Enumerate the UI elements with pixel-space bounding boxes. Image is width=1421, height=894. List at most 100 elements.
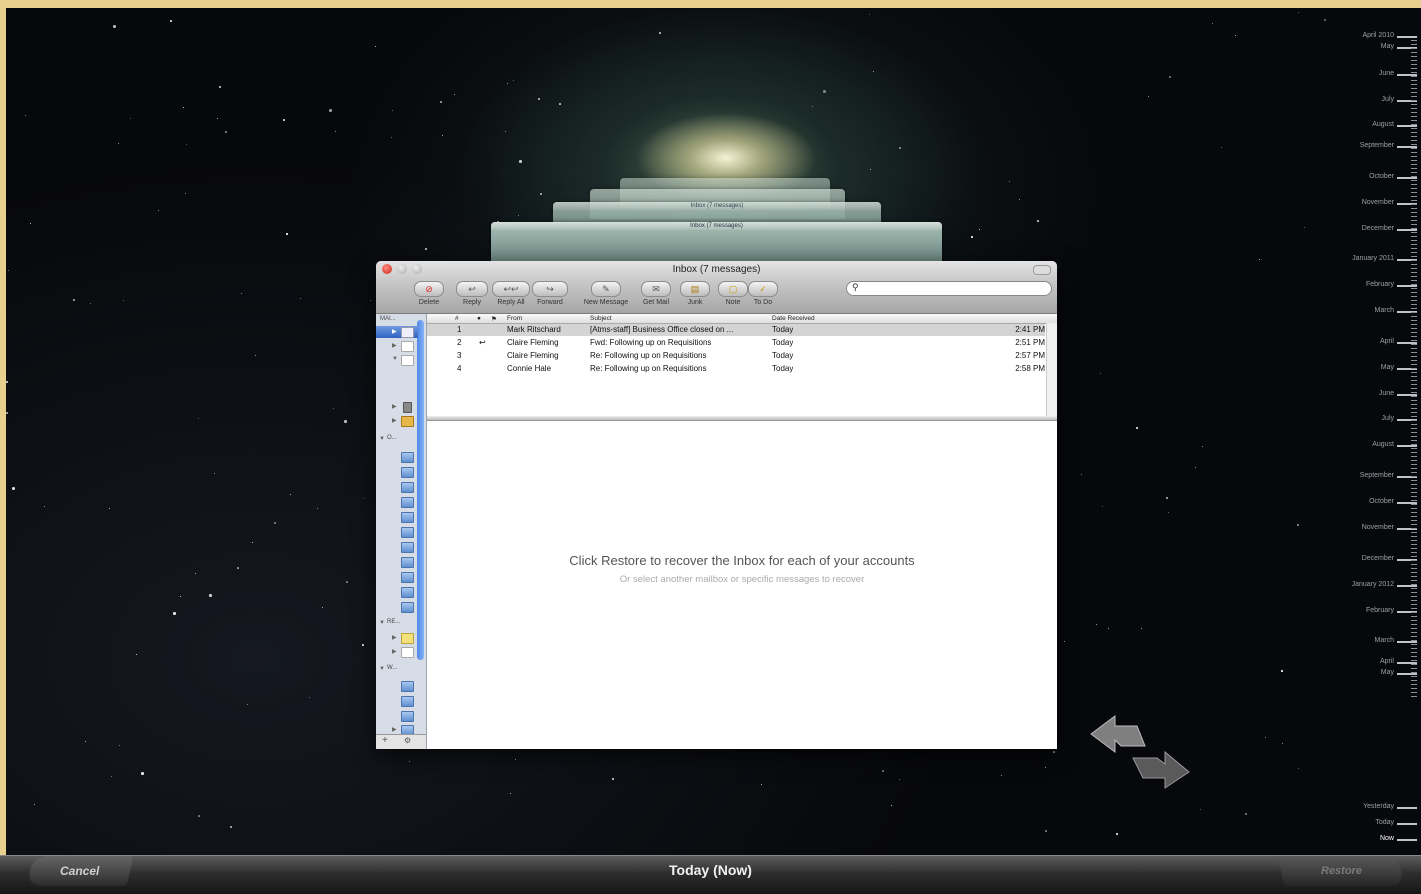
timeline-tick <box>1397 823 1417 825</box>
timeline-minor-tick <box>1411 588 1417 589</box>
star <box>344 420 347 423</box>
sidebar-folder[interactable] <box>376 695 418 707</box>
timeline-tick <box>1397 177 1417 179</box>
sidebar-folder[interactable] <box>376 496 418 508</box>
star <box>505 131 506 132</box>
column-status[interactable]: ● <box>477 315 481 322</box>
sidebar-folder[interactable] <box>376 601 418 613</box>
timeline-minor-tick <box>1411 416 1417 417</box>
time-machine-timeline[interactable]: April 2010 May June July August September Octo… <box>1331 0 1421 893</box>
message-row[interactable]: 4 Connie Hale Re: Following up on Requis… <box>427 363 1045 375</box>
timeline-minor-tick <box>1411 116 1417 117</box>
get-mail-button[interactable]: ✉ Get Mail <box>638 281 674 306</box>
search-input[interactable]: ⚲ <box>846 281 1052 296</box>
star <box>186 144 187 145</box>
back-in-time-arrow[interactable] <box>1090 715 1146 753</box>
star <box>158 210 159 211</box>
sidebar-scrollbar[interactable] <box>417 320 424 660</box>
message-list-scrollbar[interactable] <box>1046 323 1057 417</box>
star <box>85 741 86 742</box>
sidebar-item-drafts[interactable]: ▶ <box>376 340 418 352</box>
sidebar-item-junk[interactable]: ▶ <box>376 415 418 427</box>
sidebar-folder[interactable] <box>376 526 418 538</box>
star <box>1009 181 1010 182</box>
backup-window-snapshot[interactable]: Inbox (7 messages) <box>491 222 942 262</box>
timeline-minor-tick <box>1411 432 1417 433</box>
sidebar-folder[interactable] <box>376 511 418 523</box>
sidebar-item-trash[interactable]: ▶ <box>376 401 418 413</box>
star <box>1037 220 1039 222</box>
timeline-minor-tick <box>1411 420 1417 421</box>
reply-all-button[interactable]: ↩↩ Reply All <box>492 281 530 306</box>
sidebar-item-inbox[interactable]: ▶ <box>376 326 418 338</box>
column-subject[interactable]: Subject <box>590 315 612 322</box>
column-from[interactable]: From <box>507 315 522 322</box>
timeline-minor-tick <box>1411 408 1417 409</box>
mail-window[interactable]: Inbox (7 messages) ⊘ Delete ↩ Reply ↩↩ R… <box>376 261 1057 749</box>
column-date-received[interactable]: Date Received <box>772 315 815 322</box>
star <box>1298 12 1299 13</box>
sidebar-item-sent[interactable]: ▼ <box>376 354 418 366</box>
timeline-minor-tick <box>1411 148 1417 149</box>
timeline-minor-tick <box>1411 240 1417 241</box>
star <box>659 32 661 34</box>
action-gear-icon[interactable]: ⚙ <box>404 736 411 745</box>
sidebar-section-w[interactable]: ▼ W... <box>376 664 418 676</box>
to-do-button[interactable]: ✓ To Do <box>748 281 778 306</box>
sidebar-section-on-my-mac[interactable]: ▼ O... <box>376 434 418 446</box>
timeline-minor-tick <box>1411 284 1417 285</box>
sidebar-folder[interactable] <box>376 481 418 493</box>
timeline-minor-tick <box>1411 692 1417 693</box>
reply-button[interactable]: ↩ Reply <box>456 281 488 306</box>
star <box>1102 506 1103 507</box>
star <box>109 508 110 509</box>
star <box>612 778 614 780</box>
preview-splitter[interactable] <box>427 416 1057 421</box>
sidebar-section-reminders[interactable]: ▼ RE... <box>376 618 418 630</box>
column-number[interactable]: # <box>455 315 459 322</box>
sidebar-folder[interactable] <box>376 556 418 568</box>
message-row[interactable]: 3 Claire Fleming Re: Following up on Req… <box>427 350 1045 362</box>
timeline-minor-tick <box>1411 180 1417 181</box>
sidebar-folder[interactable] <box>376 586 418 598</box>
star <box>209 594 212 597</box>
sidebar-folder[interactable] <box>376 466 418 478</box>
timeline-minor-tick <box>1411 244 1417 245</box>
add-mailbox-button[interactable]: + <box>382 735 388 746</box>
forward-button[interactable]: ↪ Forward <box>532 281 568 306</box>
column-flag[interactable]: ⚑ <box>491 315 497 323</box>
sidebar-folder[interactable] <box>376 451 418 463</box>
timeline-minor-tick <box>1411 128 1417 129</box>
sidebar-folder[interactable] <box>376 710 418 722</box>
forward-in-time-arrow[interactable] <box>1132 750 1190 789</box>
timeline-minor-tick <box>1411 248 1417 249</box>
timeline-minor-tick <box>1411 296 1417 297</box>
todo-icon <box>401 647 414 658</box>
timeline-minor-tick <box>1411 268 1417 269</box>
sidebar-item-todos[interactable]: ▶ <box>376 646 418 658</box>
timeline-tick <box>1397 641 1417 643</box>
timeline-minor-tick <box>1411 612 1417 613</box>
note-button[interactable]: ▢ Note <box>718 281 748 306</box>
sidebar-folder[interactable] <box>376 541 418 553</box>
sidebar-folder[interactable] <box>376 571 418 583</box>
new-message-button[interactable]: ✎ New Message <box>579 281 633 306</box>
sidebar-folder[interactable] <box>376 680 418 692</box>
timeline-label: April <box>1379 338 1394 345</box>
message-row[interactable]: 1 Mark Ritschard [Atms-staff] Business O… <box>427 324 1045 336</box>
timeline-minor-tick <box>1411 276 1417 277</box>
star <box>34 804 35 805</box>
sidebar-item-notes[interactable]: ▶ <box>376 632 418 644</box>
timeline-minor-tick <box>1411 504 1417 505</box>
message-row[interactable]: 2 ↩ Claire Fleming Fwd: Following up on … <box>427 337 1045 349</box>
junk-button[interactable]: ▤ Junk <box>680 281 710 306</box>
star <box>12 487 15 490</box>
time-machine-bottom-bar: Cancel Today (Now) Restore <box>0 855 1421 894</box>
star <box>346 581 348 583</box>
star <box>73 299 75 301</box>
timeline-minor-tick <box>1411 652 1417 653</box>
restore-button[interactable]: Restore <box>1277 856 1405 886</box>
star <box>1169 76 1171 78</box>
folder-icon <box>401 557 414 568</box>
delete-button[interactable]: ⊘ Delete <box>414 281 444 306</box>
